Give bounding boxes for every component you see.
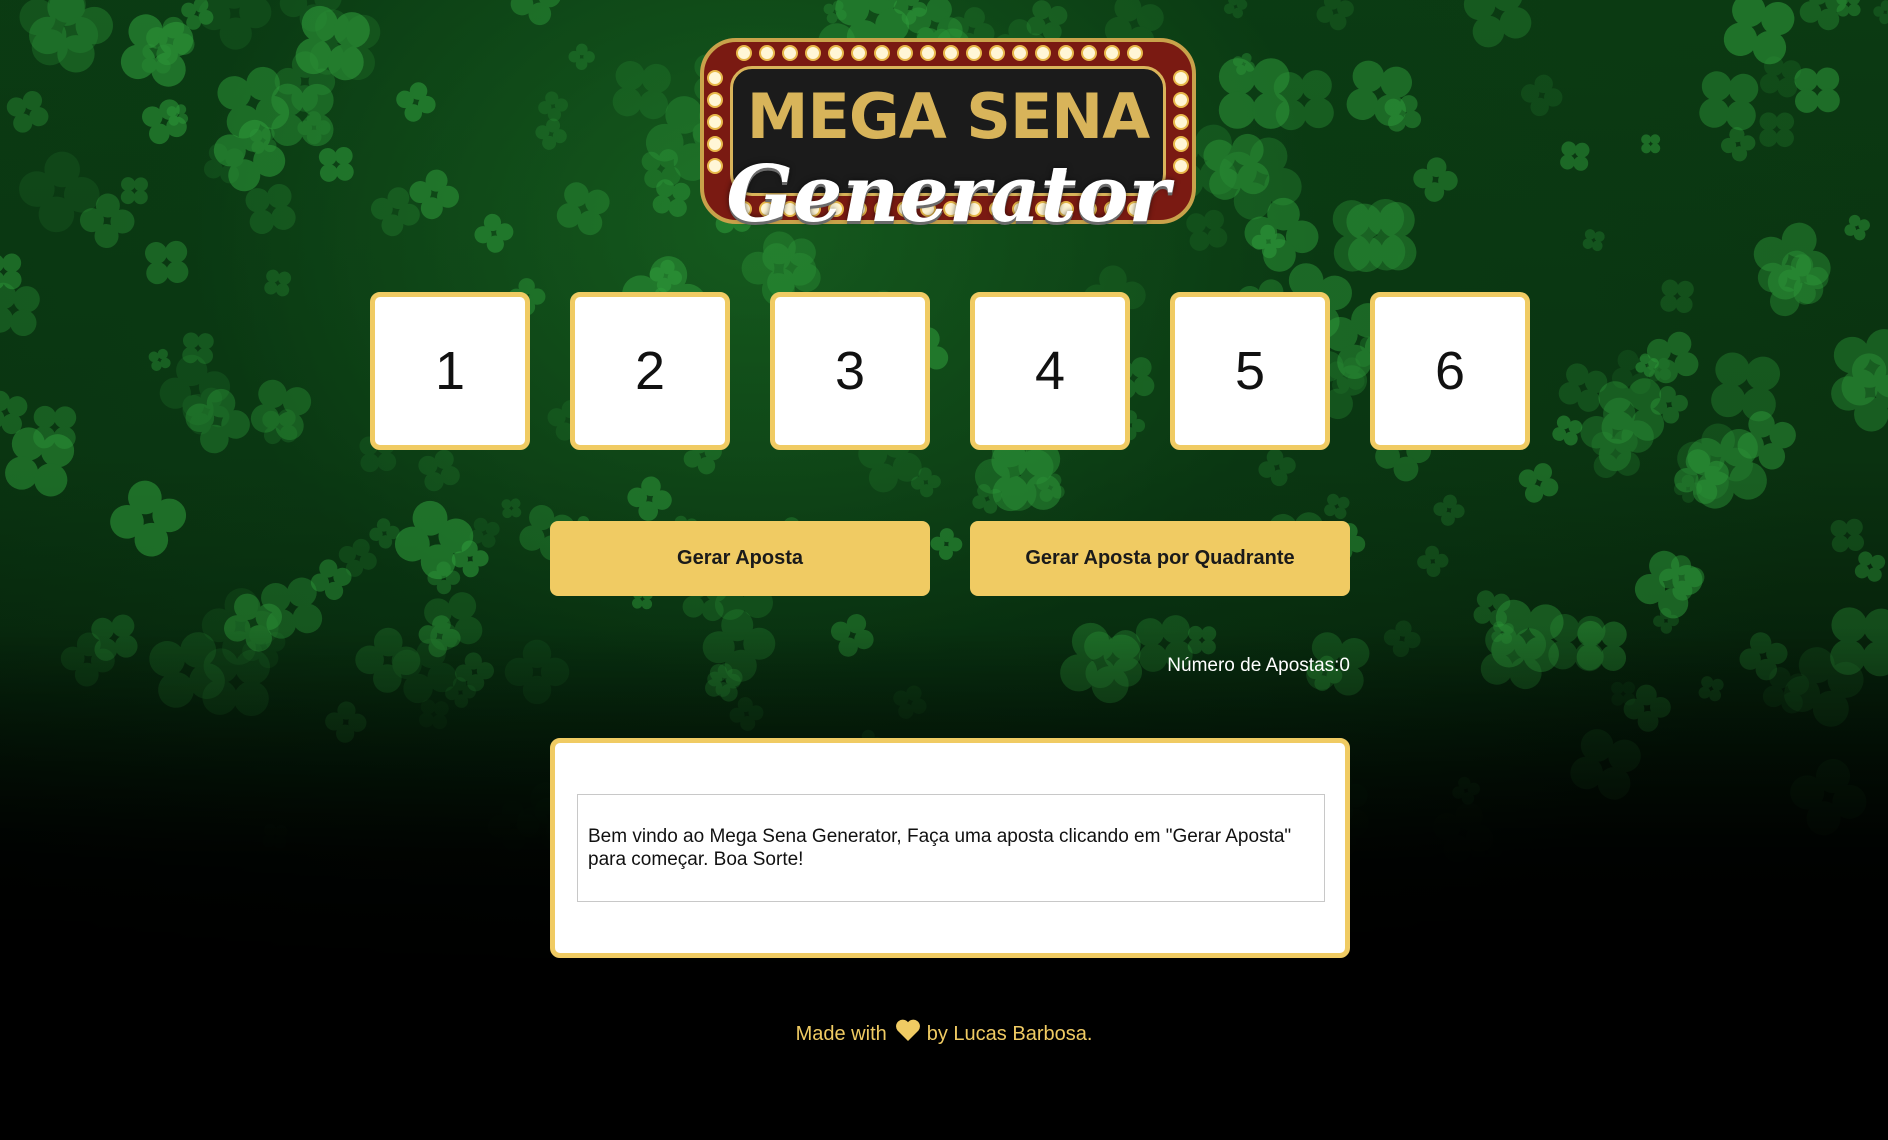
marquee-bulb xyxy=(920,45,936,61)
footer-prefix: Made with xyxy=(795,1023,887,1045)
marquee-bulb xyxy=(989,45,1005,61)
marquee-bulb xyxy=(851,45,867,61)
number-box-6: 6 xyxy=(1370,292,1530,450)
marquee-bulb xyxy=(1012,45,1028,61)
marquee-bulb xyxy=(828,45,844,61)
footer: Made with by Lucas Barbosa. xyxy=(0,1018,1888,1048)
result-message: Bem vindo ao Mega Sena Generator, Faça u… xyxy=(577,794,1325,902)
footer-author: by Lucas Barbosa. xyxy=(926,1023,1093,1045)
marquee-bulb xyxy=(1081,45,1097,61)
marquee-bulb xyxy=(1035,45,1051,61)
logo-title: MEGA SENA xyxy=(746,80,1150,153)
number-box-5: 5 xyxy=(1170,292,1330,450)
logo: MEGA SENA Generator xyxy=(700,38,1200,268)
number-box-3: 3 xyxy=(770,292,930,450)
marquee-bulb xyxy=(736,45,752,61)
marquee-bulb xyxy=(759,45,775,61)
heart-icon xyxy=(895,1018,921,1048)
result-card: Bem vindo ao Mega Sena Generator, Faça u… xyxy=(550,738,1350,958)
marquee-bulb xyxy=(1173,70,1189,86)
bets-counter: Número de Apostas:0 xyxy=(1167,655,1350,676)
logo-subtitle: Generator xyxy=(726,149,1170,240)
marquee-bulb xyxy=(1058,45,1074,61)
number-box-1: 1 xyxy=(370,292,530,450)
marquee-bulb xyxy=(966,45,982,61)
marquee-bulb xyxy=(943,45,959,61)
number-boxes: 1 2 3 4 5 6 xyxy=(370,292,1530,452)
main-content: MEGA SENA Generator 1 2 3 4 5 6 Gerar Ap… xyxy=(0,0,1888,1140)
marquee-bulb xyxy=(805,45,821,61)
generate-bet-button[interactable]: Gerar Aposta xyxy=(550,521,930,596)
marquee-bulb xyxy=(897,45,913,61)
number-box-4: 4 xyxy=(970,292,1130,450)
marquee-bulb xyxy=(782,45,798,61)
marquee-bulb xyxy=(707,70,723,86)
generate-quadrant-bet-button[interactable]: Gerar Aposta por Quadrante xyxy=(970,521,1350,596)
marquee-bulb xyxy=(1104,45,1120,61)
marquee-bulb xyxy=(874,45,890,61)
page: MEGA SENA Generator 1 2 3 4 5 6 Gerar Ap… xyxy=(0,0,1888,1140)
number-box-2: 2 xyxy=(570,292,730,450)
marquee-bulb xyxy=(1127,45,1143,61)
